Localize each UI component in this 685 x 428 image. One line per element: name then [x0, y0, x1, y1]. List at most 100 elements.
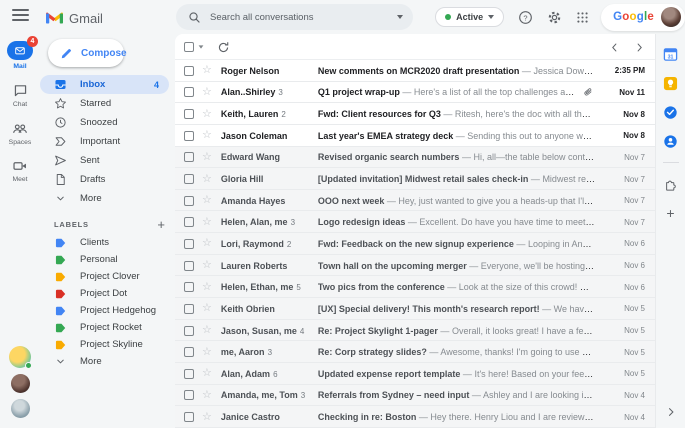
keep-icon[interactable]: [663, 76, 678, 91]
row-checkbox[interactable]: [184, 130, 194, 141]
star-icon[interactable]: ☆: [202, 260, 212, 271]
row-checkbox[interactable]: [184, 87, 194, 98]
apps-grid-button[interactable]: [576, 11, 589, 24]
sidebar-label[interactable]: Clients: [40, 234, 175, 251]
select-all-checkbox[interactable]: [184, 42, 194, 52]
email-row[interactable]: ☆ me, Aaron 3 Re: Corp strategy slides? —…: [175, 341, 655, 363]
row-checkbox[interactable]: [184, 217, 194, 228]
email-row[interactable]: ☆ Jason Coleman Last year's EMEA strateg…: [175, 124, 655, 147]
row-checkbox[interactable]: [184, 65, 194, 76]
labels-more[interactable]: More: [40, 353, 175, 370]
star-icon[interactable]: ☆: [202, 325, 212, 336]
search-bar[interactable]: [176, 4, 414, 30]
status-selector[interactable]: Active: [435, 7, 505, 27]
rail-item-meet[interactable]: Meet: [12, 159, 28, 183]
row-checkbox[interactable]: [184, 325, 194, 336]
rail-item-mail[interactable]: 4 Mail: [7, 36, 38, 70]
contacts-icon[interactable]: [663, 134, 678, 149]
email-row[interactable]: ☆ Amanda, me, Tom 3 Referrals from Sydney…: [175, 384, 655, 407]
star-icon[interactable]: ☆: [202, 151, 212, 163]
calendar-icon[interactable]: 31: [663, 47, 678, 62]
select-options-caret-icon[interactable]: [198, 45, 204, 49]
sidebar-item-sent[interactable]: Sent: [40, 151, 175, 170]
email-date: Nov 6: [624, 239, 645, 249]
settings-gear-button[interactable]: [547, 10, 562, 25]
email-row[interactable]: ☆ Janice Castro Checking in re: Boston —…: [175, 406, 655, 428]
star-icon[interactable]: ☆: [202, 389, 212, 401]
star-icon[interactable]: ☆: [202, 411, 212, 423]
sidebar-label[interactable]: Project Clover: [40, 268, 175, 285]
row-checkbox[interactable]: [184, 260, 194, 271]
refresh-icon[interactable]: [217, 41, 230, 54]
contact-avatar[interactable]: [10, 399, 30, 418]
row-checkbox[interactable]: [184, 152, 194, 163]
newer-page-chevron-icon[interactable]: [609, 42, 620, 53]
row-checkbox[interactable]: [184, 109, 194, 120]
email-row[interactable]: ☆ Lauren Roberts Town hall on the upcomi…: [175, 254, 655, 277]
row-checkbox[interactable]: [184, 238, 194, 249]
row-checkbox[interactable]: [184, 195, 194, 206]
email-row[interactable]: ☆ Alan..Shirley 3 Q1 project wrap-up — He…: [175, 81, 655, 104]
row-checkbox[interactable]: [184, 412, 194, 423]
email-row[interactable]: ☆ Keith Obrien [UX] Special delivery! Th…: [175, 298, 655, 320]
star-icon[interactable]: ☆: [202, 108, 212, 120]
main-menu-icon[interactable]: [11, 9, 29, 21]
email-subject-snippet: [UX] Special delivery! This month's rese…: [317, 303, 595, 314]
sidebar-label[interactable]: Project Dot: [40, 285, 175, 302]
sidebar-item-inbox[interactable]: Inbox 4: [40, 75, 169, 94]
star-icon[interactable]: ☆: [202, 130, 212, 141]
rail-item-chat[interactable]: Chat: [13, 83, 28, 108]
email-row[interactable]: ☆ Helen, Ethan, me 5 Two pics from the co…: [175, 276, 655, 299]
sidebar-label[interactable]: Project Skyline: [40, 336, 175, 353]
star-icon[interactable]: ☆: [202, 368, 212, 379]
sidebar-item-starred[interactable]: Starred: [40, 94, 175, 113]
star-icon[interactable]: ☆: [202, 65, 212, 76]
hide-side-panel-chevron-icon[interactable]: [665, 406, 677, 418]
user-avatar[interactable]: [661, 7, 681, 27]
row-checkbox[interactable]: [184, 303, 194, 314]
row-checkbox[interactable]: [184, 282, 194, 293]
star-icon[interactable]: ☆: [202, 281, 212, 293]
sidebar-label[interactable]: Personal: [40, 251, 175, 268]
star-icon[interactable]: ☆: [202, 86, 212, 98]
tasks-icon[interactable]: [663, 105, 678, 120]
row-checkbox[interactable]: [184, 390, 194, 401]
contact-avatar-sticker[interactable]: [9, 346, 32, 369]
help-button[interactable]: ?: [518, 10, 533, 25]
google-account-pill[interactable]: Google: [601, 3, 685, 31]
row-checkbox[interactable]: [184, 368, 194, 379]
star-icon[interactable]: ☆: [202, 173, 212, 185]
email-row[interactable]: ☆ Keith, Lauren 2 Fwd: Client resources f…: [175, 103, 655, 125]
sidebar-item-drafts[interactable]: Drafts: [40, 170, 175, 189]
email-row[interactable]: ☆ Edward Wang Revised organic search num…: [175, 146, 655, 169]
search-options-caret-icon[interactable]: [397, 15, 404, 19]
rail-item-spaces[interactable]: Spaces: [9, 121, 31, 146]
star-icon[interactable]: ☆: [202, 346, 212, 358]
email-row[interactable]: ☆ Jason, Susan, me 4 Re: Project Skylight…: [175, 319, 655, 342]
email-row[interactable]: ☆ Alan, Adam 6 Updated expense report tem…: [175, 362, 655, 385]
get-addons-icon[interactable]: [664, 176, 678, 191]
email-row[interactable]: ☆ Roger Nelson New comments on MCR2020 d…: [175, 60, 655, 82]
email-row[interactable]: ☆ Amanda Hayes OOO next week — Hey, just…: [175, 189, 655, 212]
email-row[interactable]: ☆ Lori, Raymond 2 Fwd: Feedback on the ne…: [175, 233, 655, 255]
compose-button[interactable]: Compose: [48, 39, 127, 67]
sidebar-item-snoozed[interactable]: Snoozed: [40, 113, 175, 132]
star-icon[interactable]: ☆: [202, 195, 212, 206]
star-icon[interactable]: ☆: [202, 216, 212, 228]
sidebar-label[interactable]: Project Hedgehog: [40, 302, 175, 319]
older-page-chevron-icon[interactable]: [634, 42, 645, 53]
email-row[interactable]: ☆ Helen, Alan, me 3 Logo redesign ideas —…: [175, 211, 655, 234]
email-row[interactable]: ☆ Gloria Hill [Updated invitation] Midwe…: [175, 168, 655, 190]
row-checkbox[interactable]: [184, 174, 194, 185]
email-sender: Lori, Raymond 2: [220, 238, 292, 249]
sidebar-item-important[interactable]: Important: [40, 132, 175, 151]
sidebar-label[interactable]: Project Rocket: [40, 319, 175, 336]
star-icon[interactable]: ☆: [202, 238, 212, 249]
add-panel-app-button[interactable]: +: [666, 205, 674, 220]
contact-avatar[interactable]: [10, 374, 30, 393]
row-checkbox[interactable]: [184, 347, 194, 358]
sidebar-item-more[interactable]: More: [40, 189, 175, 208]
star-icon[interactable]: ☆: [202, 303, 212, 314]
add-label-button[interactable]: +: [157, 218, 165, 231]
search-input[interactable]: [210, 11, 398, 23]
